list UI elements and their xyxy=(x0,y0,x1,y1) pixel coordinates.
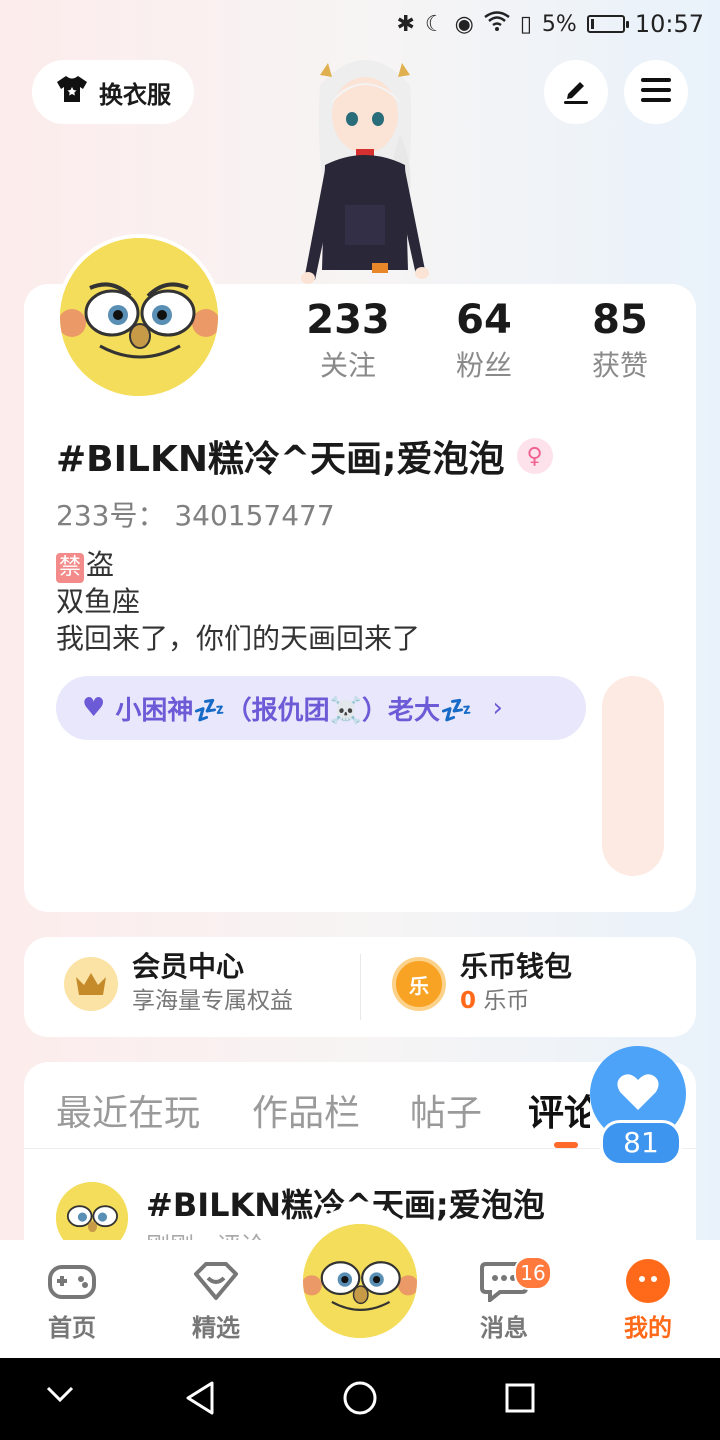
chevron-down-icon[interactable] xyxy=(46,1384,74,1408)
recents-icon[interactable] xyxy=(504,1382,536,1418)
user-id: 233号： 340157477 xyxy=(56,499,335,532)
nav-messages-label: 消息 xyxy=(480,1314,528,1342)
stat-following-value: 233 xyxy=(306,297,390,343)
tab-works[interactable]: 作品栏 xyxy=(252,1084,360,1136)
bluetooth-icon: ✱ xyxy=(396,11,415,37)
bio: 禁盗 双鱼座 我回来了，你们的天画回来了 xyxy=(56,546,420,657)
bio-line-1: 盗 xyxy=(86,548,115,581)
tab-comments[interactable]: 评论 xyxy=(528,1084,590,1136)
female-icon: ♀ xyxy=(516,438,553,474)
guild-pill[interactable]: ♥ 小困神💤（报仇团☠️）老大💤 › xyxy=(56,676,586,740)
gamepad-icon xyxy=(17,1258,127,1304)
stat-followers[interactable]: 64 粉丝 xyxy=(414,296,554,386)
coin-unit: 乐币 xyxy=(483,988,530,1014)
tshirt-icon xyxy=(55,74,89,110)
back-icon[interactable] xyxy=(184,1380,216,1420)
nav-featured-label: 精选 xyxy=(192,1314,240,1342)
hamburger-icon xyxy=(640,77,672,107)
nav-home[interactable]: 首页 xyxy=(17,1258,127,1343)
heart-icon: ♥ xyxy=(82,693,106,723)
wifi-icon xyxy=(484,11,510,37)
like-count: 81 xyxy=(600,1120,682,1166)
coin-wallet-title: 乐币钱包 xyxy=(460,950,573,983)
eye-comfort-icon: ◉ xyxy=(454,11,474,37)
status-bar: ✱ ☾ ◉ ▯ 5% 10:57 xyxy=(0,0,720,50)
tab-posts[interactable]: 帖子 xyxy=(410,1084,482,1136)
stat-following-label: 关注 xyxy=(319,349,376,382)
side-panel-pill[interactable] xyxy=(602,676,664,876)
heart-icon xyxy=(616,1072,660,1116)
avatar-character[interactable] xyxy=(290,45,440,285)
stat-likes-label: 获赞 xyxy=(591,349,648,382)
me-icon xyxy=(593,1258,703,1304)
clock: 10:57 xyxy=(634,10,704,38)
member-center-title: 会员中心 xyxy=(132,950,245,983)
username: #BILKN糕冷^天画;爱泡泡 xyxy=(56,439,505,480)
avatar[interactable] xyxy=(56,234,222,400)
member-center[interactable]: 会员中心 享海量专属权益 xyxy=(64,950,293,1018)
edit-profile-button[interactable] xyxy=(544,60,608,124)
username-row: #BILKN糕冷^天画;爱泡泡 ♀ xyxy=(56,430,553,482)
bio-line-2: 双鱼座 xyxy=(56,585,141,618)
stat-likes[interactable]: 85 获赞 xyxy=(550,296,690,386)
tab-recently-played[interactable]: 最近在玩 xyxy=(56,1084,200,1136)
stat-likes-value: 85 xyxy=(592,297,648,343)
stat-followers-value: 64 xyxy=(456,297,512,343)
coin-balance: 0 xyxy=(460,988,477,1014)
change-outfit-label: 换衣服 xyxy=(99,80,171,109)
heart-diamond-icon xyxy=(161,1258,271,1304)
do-not-disturb-icon: ☾ xyxy=(424,11,445,37)
system-nav-bar xyxy=(0,1358,720,1440)
nav-featured[interactable]: 精选 xyxy=(161,1258,271,1343)
stat-following[interactable]: 233 关注 xyxy=(278,296,418,386)
battery-icon xyxy=(586,15,629,33)
member-center-subtitle: 享海量专属权益 xyxy=(132,988,293,1014)
coin-wallet[interactable]: 乐 乐币钱包 0 乐币 xyxy=(392,950,572,1018)
nav-me-label: 我的 xyxy=(624,1314,672,1342)
stat-followers-label: 粉丝 xyxy=(455,349,512,382)
guild-label: 小困神💤（报仇团☠️）老大💤 xyxy=(115,695,473,726)
change-outfit-button[interactable]: 换衣服 xyxy=(32,60,194,124)
home-icon[interactable] xyxy=(342,1380,378,1420)
message-badge: 16 xyxy=(514,1256,552,1290)
bio-forbidden-tag: 禁 xyxy=(56,553,85,583)
nav-avatar-button[interactable] xyxy=(303,1224,417,1338)
battery-percent: 5% xyxy=(541,11,577,37)
divider xyxy=(24,1148,696,1149)
nav-home-label: 首页 xyxy=(48,1314,96,1342)
chevron-right-icon: › xyxy=(492,693,503,723)
nav-me[interactable]: 我的 xyxy=(593,1258,703,1343)
divider xyxy=(360,954,361,1020)
battery-alert-icon: ▯ xyxy=(519,11,532,37)
bio-line-3: 我回来了，你们的天画回来了 xyxy=(56,622,421,655)
crown-icon xyxy=(64,957,118,1011)
coin-icon: 乐 xyxy=(392,957,446,1011)
menu-button[interactable] xyxy=(624,60,688,124)
pen-icon xyxy=(560,74,592,110)
